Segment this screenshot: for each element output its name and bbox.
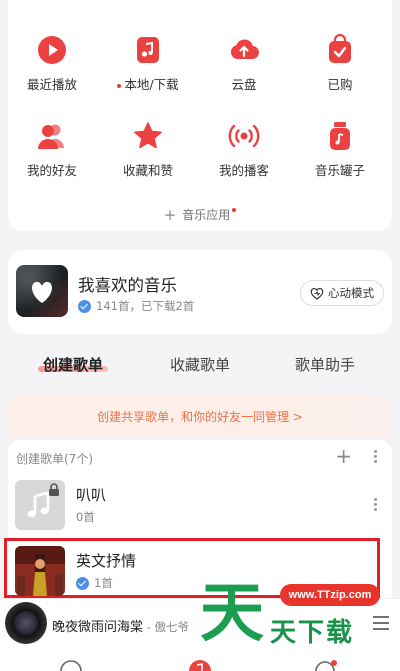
grid-item-friends[interactable]: 我的好友 <box>8 120 96 179</box>
grid-label: 云盘 <box>231 77 257 92</box>
tab-collected-playlists[interactable]: 收藏歌单 <box>145 354 255 375</box>
watermark-text: 天下载 <box>270 618 355 648</box>
watermark-url: www.TTzip.com <box>280 584 380 606</box>
broadcast-icon <box>228 120 260 152</box>
purchased-bag-icon <box>324 33 356 66</box>
favorite-music-card[interactable]: 我喜欢的音乐 141首，已下载2首 心动模式 <box>8 250 392 334</box>
tab-playlist-assistant[interactable]: 歌单助手 <box>270 354 380 375</box>
grid-item-purchased[interactable]: 已购 <box>296 33 384 93</box>
playlist-more-icon[interactable] <box>374 496 378 513</box>
grid-item-podcast[interactable]: 我的播客 <box>200 120 288 179</box>
favorite-subtitle: 141首，已下载2首 <box>96 299 195 313</box>
player-artist: - 傲七爷 <box>143 620 189 634</box>
discover-tab-icon[interactable] <box>58 658 84 671</box>
lock-icon <box>49 483 59 496</box>
playlist-count-header: 创建歌单(7个) <box>16 452 93 466</box>
play-circle-icon <box>36 34 68 66</box>
more-options-icon[interactable] <box>374 448 378 465</box>
new-dot <box>232 208 237 212</box>
grid-label: 最近播放 <box>26 77 77 92</box>
shared-playlist-banner[interactable]: 创建共享歌单，和你的好友一同管理 > <box>8 396 392 438</box>
quick-access-grid: 最近播放 本地/下载 云盘 已购 我的好友 收藏和赞 我的播客 音乐罐子 + 音… <box>8 0 392 231</box>
cloud-upload-icon <box>228 34 260 66</box>
grid-item-cloud[interactable]: 云盘 <box>200 34 288 93</box>
tab-created-playlists[interactable]: 创建歌单 <box>18 354 128 375</box>
playlist-title: 英文抒情 <box>76 552 137 570</box>
favorite-title: 我喜欢的音乐 <box>78 276 177 295</box>
grid-label: 我的好友 <box>26 163 77 178</box>
new-dot <box>117 83 122 88</box>
grid-item-local-download[interactable]: 本地/下载 <box>104 34 192 93</box>
music-app-label: 音乐应用 <box>182 208 231 222</box>
verified-check-icon <box>78 299 91 313</box>
friends-icon <box>36 120 68 152</box>
heart-icon <box>32 281 52 303</box>
watermark-big-char: 天 <box>200 577 264 651</box>
playlist-count: 1首 <box>94 576 113 590</box>
playlist-row[interactable]: 叭叭 0首 <box>8 476 392 534</box>
playlist-count: 0首 <box>76 510 95 524</box>
music-jar-icon <box>324 120 356 152</box>
add-playlist-icon[interactable]: + <box>335 444 352 468</box>
album-disc <box>5 602 47 644</box>
grid-item-music-jar[interactable]: 音乐罐子 <box>296 120 384 179</box>
grid-label: 音乐罐子 <box>314 163 365 178</box>
grid-label: 已购 <box>327 77 353 92</box>
playlist-title: 叭叭 <box>76 486 107 504</box>
music-file-icon <box>132 34 164 66</box>
grid-item-recent-play[interactable]: 最近播放 <box>8 34 96 93</box>
star-icon <box>132 120 164 152</box>
grid-label: 收藏和赞 <box>122 163 173 178</box>
music-app-button[interactable]: + 音乐应用 <box>8 206 392 224</box>
playlist-cover <box>15 546 65 596</box>
favorite-cover <box>16 265 68 317</box>
heart-mode-label: 心动模式 <box>328 286 374 300</box>
heart-mode-button[interactable]: 心动模式 <box>300 280 384 306</box>
grid-label: 我的播客 <box>218 163 269 178</box>
heart-outline-icon <box>310 287 324 300</box>
playlist-cover <box>15 480 65 530</box>
player-song-title: 晚夜微雨问海棠 <box>52 620 144 635</box>
plus-icon: + <box>163 206 177 224</box>
grid-label: 本地/下载 <box>124 77 179 92</box>
watermark-logo: 天 www.TTzip.com 天下载 <box>200 574 400 664</box>
playlist-tabs: 创建歌单 收藏歌单 歌单助手 <box>0 354 400 390</box>
grid-item-favorites[interactable]: 收藏和赞 <box>104 120 192 179</box>
verified-check-icon <box>76 576 89 590</box>
